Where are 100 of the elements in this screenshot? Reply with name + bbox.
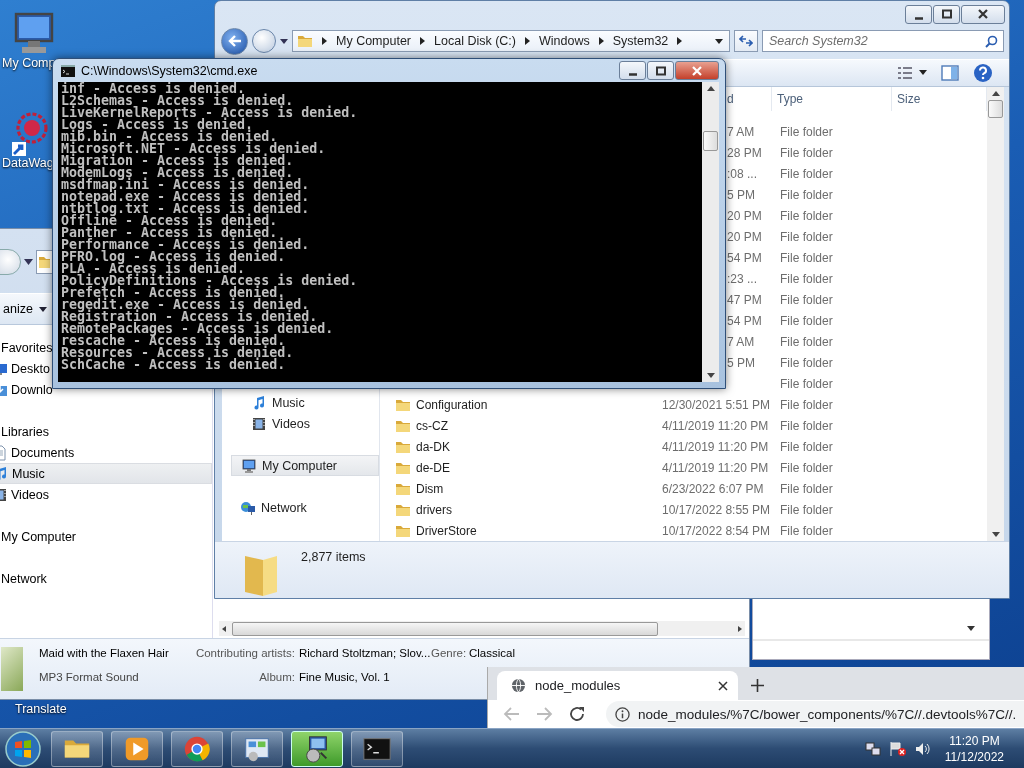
table-cell: 7 AM [727, 334, 755, 349]
minimize-button[interactable] [905, 4, 932, 24]
table-cell: File folder [780, 145, 833, 160]
file-name[interactable]: de-DE [416, 460, 450, 475]
plus-icon [751, 679, 764, 692]
breadcrumb-item[interactable]: My Computer [336, 34, 412, 49]
column-header[interactable]: d [727, 92, 734, 106]
browser-tab[interactable]: node_modules [497, 671, 738, 700]
file-name[interactable]: da-DK [416, 439, 450, 454]
table-cell: 6/23/2022 6:07 PM [662, 481, 764, 496]
table-cell: 12/30/2021 5:51 PM [662, 397, 771, 412]
nav-item[interactable]: Downlo [0, 379, 53, 400]
taskbar-app[interactable] [291, 730, 343, 767]
nav-label: Videos [11, 487, 49, 502]
table-cell: 28 PM [727, 145, 762, 160]
field-value: Classical [469, 647, 516, 661]
close-button[interactable] [961, 4, 1005, 24]
console-line: Performance - Access is denied. [61, 239, 311, 251]
file-title: Maid with the Flaxen Hair [38, 647, 170, 661]
field-label: Contributing artists: [194, 647, 295, 661]
arrow-right-icon [536, 706, 553, 722]
breadcrumb-item[interactable]: Windows [539, 34, 590, 49]
table-cell: File folder [780, 229, 833, 244]
scroll-thumb[interactable] [232, 621, 658, 636]
file-name[interactable]: drivers [416, 502, 452, 517]
close-button[interactable] [675, 61, 719, 80]
console-icon [61, 64, 75, 77]
caret-icon [715, 38, 723, 44]
reload-button[interactable] [569, 706, 586, 722]
icon-label[interactable]: Translate [0, 702, 67, 716]
new-tab-button[interactable] [751, 679, 764, 692]
breadcrumb-item[interactable]: System32 [612, 34, 669, 49]
minimize-icon [914, 16, 923, 20]
table-cell: File folder [780, 250, 833, 265]
nav-item[interactable]: Music [222, 392, 379, 413]
console-line: mib.bin - Access is denied. [61, 131, 278, 143]
table-cell: File folder [780, 271, 833, 286]
scroll-down-icon [706, 373, 715, 378]
nav-item[interactable]: Music [0, 463, 212, 484]
scroll-up-icon [991, 91, 1000, 96]
nav-label: Music [12, 466, 45, 481]
table-cell: 20 PM [727, 229, 762, 244]
preview-pane-button[interactable] [939, 62, 961, 83]
minimize-button[interactable] [619, 61, 646, 80]
nav-label: Documents [11, 445, 75, 460]
console-line: Panther - Access is denied. [61, 227, 278, 239]
table-cell: 47 PM [727, 292, 762, 307]
computer-icon [241, 457, 257, 474]
refresh-icon [739, 35, 753, 48]
table-cell: File folder [780, 208, 833, 223]
column-header[interactable]: Size [897, 92, 921, 106]
caret-icon [280, 38, 288, 44]
address-bar[interactable]: My Computer Local Disk (C:) Windows System32 [292, 30, 730, 53]
field-label: Album: [258, 671, 295, 685]
window-title: C:\Windows\System32\cmd.exe [81, 63, 258, 78]
file-name[interactable]: cs-CZ [416, 418, 448, 433]
close-tab-button[interactable] [718, 680, 728, 691]
maximize-icon [654, 65, 667, 76]
scroll-thumb[interactable] [988, 100, 1003, 118]
file-name[interactable]: Dism [416, 481, 444, 496]
table-cell: 7 AM [727, 124, 755, 139]
start-button[interactable] [3, 729, 43, 768]
table-cell: 20 PM [727, 208, 762, 223]
maximize-button[interactable] [933, 4, 960, 24]
close-icon [977, 9, 989, 20]
address-bar[interactable] [36, 250, 52, 274]
back-button[interactable] [221, 27, 248, 55]
table-cell: 4/11/2019 11:20 PM [662, 439, 769, 454]
table-cell: File folder [780, 313, 833, 328]
maximize-button[interactable] [647, 61, 674, 80]
nav-item[interactable]: Deskto [0, 358, 50, 379]
nav-item[interactable]: Videos [222, 413, 379, 434]
column-header[interactable]: Type [777, 92, 803, 106]
network-icon [864, 740, 881, 757]
refresh-button[interactable] [734, 30, 758, 53]
url-text: node_modules/%7C/bower_components/%7C//.devtools%7C//. [638, 706, 1017, 722]
file-name[interactable]: DriverStore [416, 523, 477, 538]
file-name[interactable]: Configuration [416, 397, 488, 412]
reload-icon [569, 706, 586, 722]
table-cell: File folder [780, 355, 833, 370]
caret-icon [967, 626, 975, 631]
organize-menu[interactable]: anize [1, 302, 33, 316]
windows-logo-icon [3, 729, 43, 768]
nav-item[interactable]: Network [222, 497, 379, 518]
nav-label: Videos [272, 416, 310, 431]
chevron-icon [420, 37, 426, 46]
breadcrumb-item[interactable]: Local Disk (C:) [434, 34, 516, 49]
maximize-icon [940, 9, 953, 20]
nav-item[interactable]: Documents [0, 442, 75, 463]
scroll-thumb[interactable] [703, 131, 718, 151]
table-cell: 10/17/2022 8:54 PM [662, 523, 771, 538]
table-cell: 54 PM [727, 250, 762, 265]
forward-button[interactable] [252, 29, 276, 54]
table-cell: File folder [780, 292, 833, 307]
table-cell: File folder [780, 376, 833, 391]
nav-item[interactable]: Videos [0, 484, 49, 505]
flag-icon [888, 740, 907, 757]
nav-label: Deskto [11, 361, 50, 376]
address-bar[interactable]: node_modules/%7C/bower_components/%7C//.devtools%7C//. [606, 701, 1024, 727]
nav-item[interactable]: My Computer [231, 455, 379, 476]
